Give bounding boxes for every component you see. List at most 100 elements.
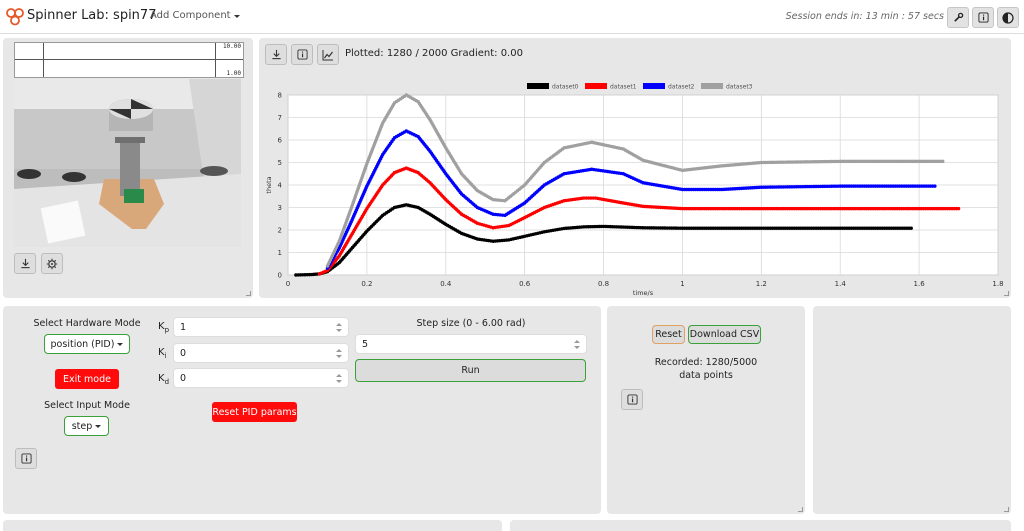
resize-handle[interactable] (246, 291, 251, 296)
x-tick-label: 0.4 (440, 280, 452, 288)
y-tick-label: 8 (278, 92, 282, 100)
kd-value: 0 (180, 372, 187, 384)
step-size-label: Step size (0 - 6.00 rad) (416, 318, 526, 329)
data-point (941, 159, 945, 164)
camera-overlay-header: 10.00 1.00 (14, 42, 244, 78)
info-icon (626, 394, 638, 405)
kp-input[interactable]: 1 (173, 317, 349, 337)
plot-chart-button[interactable] (317, 44, 339, 65)
plot-panel: Plotted: 1280 / 2000 Gradient: 0.00 0 0.2… (259, 38, 1011, 298)
chart-icon (322, 49, 333, 60)
legend-label: dataset0 (552, 84, 579, 91)
kd-input[interactable]: 0 (173, 368, 349, 388)
reset-recording-button[interactable]: Reset (652, 325, 685, 344)
ki-input[interactable]: 0 (173, 343, 349, 363)
resize-handle[interactable] (1004, 291, 1009, 296)
info-icon (977, 12, 989, 23)
x-axis-label: time/s (633, 289, 654, 296)
kp-label: Kp (158, 321, 170, 334)
data-point (909, 226, 913, 230)
spinner-icon (336, 323, 342, 332)
recorded-count: Recorded: 1280/5000 (654, 357, 758, 368)
step-size-input[interactable]: 5 (355, 334, 587, 354)
data-point (933, 184, 937, 188)
x-tick-label: 0.8 (598, 280, 609, 288)
x-tick-label: 0 (286, 280, 290, 288)
wrench-icon (953, 12, 963, 22)
download-icon (271, 49, 281, 60)
x-tick-label: 0.2 (361, 280, 372, 288)
recorded-unit: data points (679, 370, 733, 381)
recorder-panel: Reset Download CSV Recorded: 1280/5000 d… (607, 306, 805, 514)
theme-toggle-button[interactable] (997, 7, 1019, 28)
camera-download-button[interactable] (14, 253, 36, 274)
y-tick-label: 3 (278, 204, 282, 212)
x-tick-label: 1.2 (756, 280, 767, 288)
legend-label: dataset2 (668, 84, 695, 91)
recorder-info-button[interactable] (621, 389, 643, 410)
x-tick-label: 1.6 (914, 280, 926, 288)
hardware-mode-value: position (PID) (50, 338, 115, 350)
input-mode-select[interactable]: step (64, 416, 109, 436)
chevron-down-icon (117, 342, 124, 346)
overlay-top-value: 10.00 (222, 43, 241, 50)
download-icon (20, 258, 30, 269)
x-tick-label: 0.6 (519, 280, 531, 288)
legend-label: dataset1 (610, 84, 637, 91)
theta-time-chart: 0 0.2 0.4 0.6 0.8 1 1.2 1.4 1.6 1.8 0 1 2 3 4 5 6 7 8 time/… (265, 83, 1004, 296)
controls-panel: Select Hardware Mode position (PID) Exit… (3, 306, 601, 514)
info-icon (296, 49, 308, 60)
input-mode-value: step (71, 420, 93, 432)
y-axis-label: theta (265, 176, 273, 193)
plot-info-button[interactable] (291, 44, 313, 65)
app-title: Spinner Lab: spin77 (27, 8, 157, 23)
camera-settings-button[interactable] (41, 253, 63, 274)
ki-label: Ki (158, 347, 167, 360)
x-tick-label: 1.4 (835, 280, 847, 288)
hardware-mode-label: Select Hardware Mode (33, 318, 141, 329)
y-tick-label: 0 (278, 272, 282, 280)
contrast-icon (1002, 11, 1014, 24)
y-tick-label: 4 (278, 182, 283, 190)
resize-handle[interactable] (798, 507, 803, 512)
kd-label: Kd (158, 373, 170, 386)
run-button[interactable]: Run (355, 359, 586, 382)
plot-download-button[interactable] (265, 44, 287, 65)
legend-label: dataset3 (726, 84, 753, 91)
y-tick-label: 7 (278, 114, 282, 122)
y-tick-label: 6 (278, 137, 283, 145)
settings-button[interactable] (947, 7, 969, 28)
step-size-value: 5 (362, 338, 369, 350)
top-bar: Spinner Lab: spin77 Add Component Sessio… (0, 0, 1024, 34)
resize-handle[interactable] (1004, 507, 1009, 512)
empty-panel (813, 306, 1011, 514)
controls-info-button[interactable] (15, 448, 37, 469)
info-icon (20, 453, 32, 464)
plot-status: Plotted: 1280 / 2000 Gradient: 0.00 (345, 48, 523, 59)
input-mode-label: Select Input Mode (44, 400, 130, 411)
info-button[interactable] (972, 7, 994, 28)
bottom-panel-right (510, 520, 1011, 531)
x-tick-label: 1.8 (992, 280, 1003, 288)
ki-value: 0 (180, 347, 187, 359)
spinner-icon (336, 374, 342, 383)
spinner-icon (574, 340, 580, 349)
download-csv-button[interactable]: Download CSV (688, 325, 761, 344)
camera-panel: 10.00 1.00 (3, 38, 253, 298)
y-tick-label: 1 (278, 249, 282, 257)
camera-feed (14, 79, 241, 247)
y-tick-label: 5 (278, 159, 282, 167)
chevron-down-icon (95, 424, 102, 428)
gear-icon (46, 258, 58, 269)
bottom-panel-left (3, 520, 502, 531)
legend-swatch (701, 83, 723, 89)
add-component-menu[interactable]: Add Component (150, 10, 240, 21)
legend-swatch (643, 83, 665, 89)
x-tick-label: 1 (680, 280, 684, 288)
legend-swatch (585, 83, 607, 89)
exit-mode-button[interactable]: Exit mode (55, 369, 119, 389)
reset-pid-button[interactable]: Reset PID params (212, 402, 297, 422)
chevron-down-icon (233, 15, 240, 18)
hardware-mode-select[interactable]: position (PID) (44, 334, 130, 354)
app-logo-icon (6, 8, 24, 26)
